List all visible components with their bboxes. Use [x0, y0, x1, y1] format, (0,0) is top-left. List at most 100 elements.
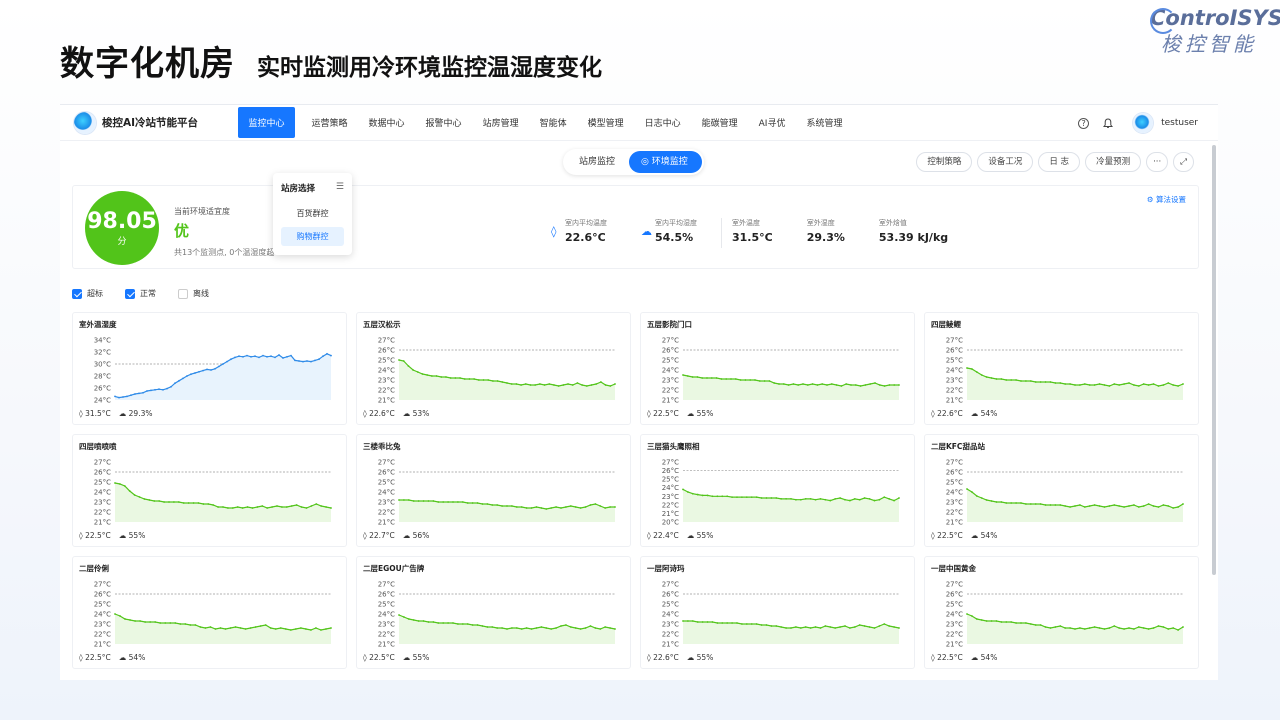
data-point [218, 365, 220, 368]
help-icon[interactable]: ? [1078, 117, 1090, 129]
brand-logo: ControISYS 梭控智能 [1150, 6, 1280, 57]
sensor-card[interactable]: 五层影院门口 27°C 26°C 25°C 24°C 23°C 22°C 21°C ◊ 22.5… [640, 312, 915, 425]
data-point [898, 497, 900, 499]
data-point [126, 395, 128, 398]
segment-tab[interactable]: 站房监控 [565, 151, 629, 173]
scrollbar[interactable] [1212, 145, 1216, 575]
data-point [477, 379, 480, 381]
sensor-card[interactable]: 三楼乖比兔 27°C 26°C 25°C 24°C 23°C 22°C 21°C ◊ 22.7°… [356, 434, 631, 547]
nav-item[interactable]: 智能体 [529, 105, 577, 140]
data-point [701, 377, 704, 379]
nav-item[interactable]: 数据中心 [358, 105, 415, 140]
checkbox-icon[interactable] [178, 288, 188, 299]
sensor-card[interactable]: 三层猫头鹰照相 27°C 26°C 25°C 24°C 23°C 22°C 21°C 20°C ◊… [640, 434, 915, 547]
data-point [775, 625, 778, 627]
data-point [1133, 384, 1135, 386]
y-tick-label: 25°C [94, 479, 111, 487]
fullscreen-icon[interactable]: ⤢ [1173, 152, 1194, 172]
nav-item[interactable]: 系统管理 [796, 105, 853, 140]
temp-reading: ◊ 22.5°C [363, 653, 395, 662]
nav-item[interactable]: 报警中心 [415, 105, 472, 140]
data-point [416, 371, 419, 373]
more-icon[interactable]: ··· [1146, 152, 1169, 172]
data-point [219, 627, 222, 629]
data-point [990, 620, 993, 622]
nav-item[interactable]: 日志中心 [634, 105, 691, 140]
data-point [222, 506, 224, 508]
sensor-card[interactable]: 五层汉松示 27°C 26°C 25°C 24°C 23°C 22°C 21°C ◊ 22.6°… [356, 312, 631, 425]
filter-checkbox[interactable]: 离线 [178, 288, 209, 299]
avatar[interactable] [1133, 113, 1154, 133]
data-point [468, 378, 471, 380]
data-point [590, 384, 593, 386]
data-point [995, 501, 998, 503]
sensor-card[interactable]: 二层EGOU广告牌 27°C 26°C 25°C 24°C 23°C 22°C 21°C ◊ 2… [356, 556, 631, 669]
segment-tab[interactable]: ◎ 环境监控 [629, 151, 702, 173]
data-point [304, 628, 307, 630]
data-point [1172, 384, 1175, 386]
sensor-card[interactable]: 二层伶俐 27°C 26°C 25°C 24°C 23°C 22°C 21°C ◊ 22.5°C… [72, 556, 347, 669]
nav-item[interactable]: 模型管理 [577, 105, 634, 140]
sensor-card[interactable]: 一层中国黄金 27°C 26°C 25°C 24°C 23°C 22°C 21°C ◊ 22.5… [924, 556, 1199, 669]
algo-settings-link[interactable]: ⚙ 算法设置 [1147, 194, 1186, 205]
nav-item[interactable]: 能碳管理 [691, 105, 748, 140]
data-point [844, 498, 846, 501]
sensor-card[interactable]: 四层喷喷喷 27°C 26°C 25°C 24°C 23°C 22°C 21°C ◊ 22.5°… [72, 434, 347, 547]
data-point [501, 505, 503, 507]
checkbox-icon[interactable] [72, 288, 82, 299]
y-tick-label: 24°C [946, 489, 963, 497]
data-point [1128, 382, 1130, 384]
y-tick-label: 32°C [94, 349, 111, 357]
sensor-title: 四层喷喷喷 [79, 442, 117, 451]
data-point [189, 624, 192, 626]
data-point [1098, 505, 1101, 507]
data-point [142, 391, 144, 394]
data-point [1083, 628, 1086, 630]
data-point [1167, 628, 1170, 630]
data-point [435, 375, 438, 377]
sensor-chart: 27°C 26°C 25°C 24°C 23°C 22°C 21°C [662, 581, 900, 649]
app-logo[interactable]: 梭控AI冷站节能平台 [74, 111, 238, 134]
bell-icon[interactable] [1101, 116, 1115, 130]
data-point [164, 622, 167, 624]
data-point [130, 394, 132, 397]
sensor-card[interactable]: 一层阿诗玛 27°C 26°C 25°C 24°C 23°C 22°C 21°C ◊ 22.6°… [640, 556, 915, 669]
filter-checkbox[interactable]: 超标 [72, 288, 103, 299]
data-point [701, 621, 704, 623]
data-point [731, 496, 733, 499]
data-point [604, 384, 607, 386]
nav-right: ? testuser [1066, 105, 1198, 141]
nav-item[interactable]: 运营策略 [301, 105, 358, 140]
data-point [750, 623, 753, 625]
nav-item[interactable]: 站房管理 [472, 105, 529, 140]
sensor-card[interactable]: 室外温湿度 34°C 32°C 30°C 28°C 26°C 24°C ◊ 31.5°C ☁ 2… [72, 312, 347, 425]
y-tick-label: 26°C [662, 591, 679, 599]
data-point [447, 501, 449, 503]
sensor-reading: ◊ 22.4°C ☁ 55% [647, 531, 721, 540]
nav-item[interactable]: AI寻优 [748, 105, 796, 140]
data-point [473, 378, 476, 380]
data-point [858, 498, 861, 501]
data-point [710, 377, 713, 379]
sensor-card[interactable]: 四层鲮鲤 27°C 26°C 25°C 24°C 23°C 22°C 21°C ◊ 22.6°C… [924, 312, 1199, 425]
tool-button[interactable]: 日 志 [1038, 152, 1081, 172]
list-icon[interactable]: ☰ [336, 182, 344, 194]
filter-checkbox[interactable]: 正常 [125, 288, 156, 299]
tool-button[interactable]: 冷量预测 [1085, 152, 1142, 172]
nav-item[interactable]: 监控中心 [238, 107, 296, 138]
temp-reading: ◊ 22.5°C [931, 531, 963, 540]
y-tick-label: 27°C [662, 459, 679, 467]
station-option[interactable]: 购物群控 [281, 227, 344, 246]
sensor-card[interactable]: 二层KFC甜品站 27°C 26°C 25°C 24°C 23°C 22°C 21°C ◊ 22… [924, 434, 1199, 547]
y-tick-label: 25°C [378, 479, 395, 487]
user-name[interactable]: testuser [1161, 118, 1198, 128]
data-point [1093, 504, 1096, 506]
data-point [760, 624, 763, 626]
data-point [883, 496, 886, 499]
checkbox-icon[interactable] [125, 288, 135, 299]
data-point [422, 620, 425, 622]
tool-button[interactable]: 设备工况 [977, 152, 1034, 172]
station-option[interactable]: 百货群控 [281, 204, 344, 223]
data-point [849, 627, 851, 629]
tool-button[interactable]: 控制策略 [916, 152, 973, 172]
